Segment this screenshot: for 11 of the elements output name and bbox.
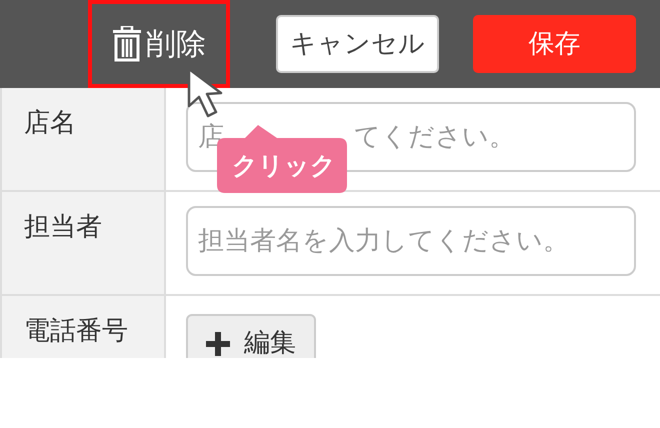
input-field[interactable]: 担当者名を入力してください。: [186, 206, 636, 276]
save-button[interactable]: 保存: [473, 15, 636, 73]
edit-button[interactable]: 編集: [186, 314, 316, 358]
cancel-button[interactable]: キャンセル: [276, 15, 439, 73]
placeholder-text: てください。: [354, 120, 515, 154]
field-label: 担当者: [0, 192, 166, 294]
field-label: 店名: [0, 88, 166, 190]
trash-icon: [112, 26, 142, 62]
delete-button[interactable]: 削除: [112, 22, 206, 66]
plus-icon: [206, 332, 230, 356]
field-label: 電話番号: [0, 296, 166, 358]
